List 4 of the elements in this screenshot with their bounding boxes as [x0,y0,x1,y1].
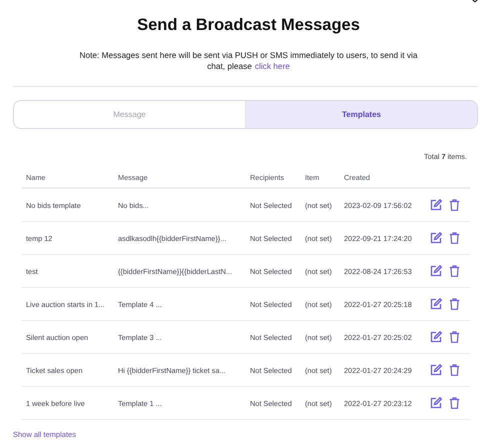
click-here-link[interactable]: click here [254,61,290,71]
note-text: Note: Messages sent here will be sent via PUSH or SMS immediately to users, to send it via chat, please click here [78,50,418,72]
dialog-title: Send a Broadcast Messages [137,15,360,36]
tab[interactable]: Templates [245,101,477,128]
